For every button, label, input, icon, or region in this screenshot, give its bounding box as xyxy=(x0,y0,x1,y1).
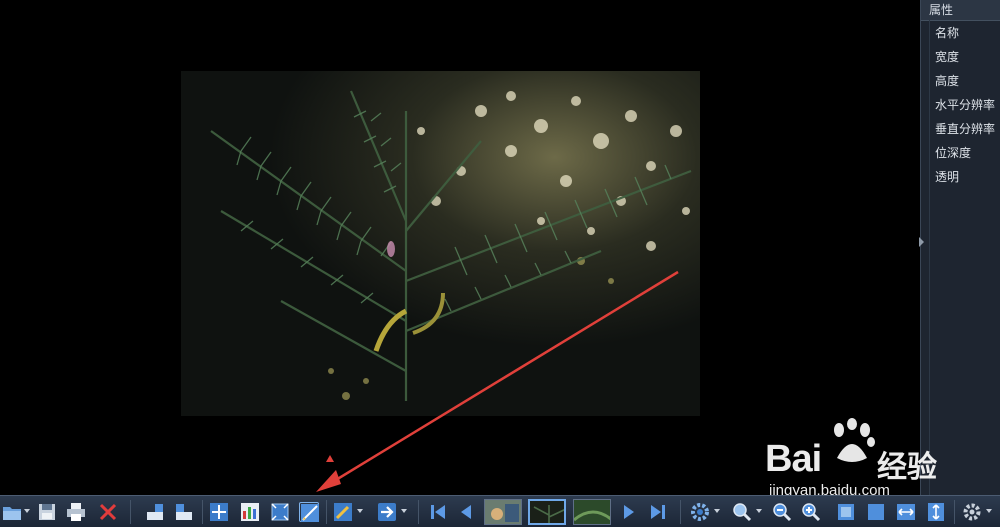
property-horizontal-resolution[interactable]: 水平分辨率 xyxy=(921,93,1000,117)
panel-collapse-arrow-icon[interactable] xyxy=(919,237,924,247)
rotate-left-icon[interactable] xyxy=(145,502,165,522)
next-image-icon[interactable] xyxy=(619,502,639,522)
toolbar-separator xyxy=(326,500,327,524)
property-width[interactable]: 宽度 xyxy=(921,45,1000,69)
fit-height-icon[interactable] xyxy=(926,502,946,522)
delete-icon[interactable] xyxy=(98,502,118,522)
fit-window-icon[interactable] xyxy=(270,502,290,522)
thumbnail-3[interactable] xyxy=(573,499,611,525)
export-icon[interactable] xyxy=(377,502,397,522)
move-icon[interactable] xyxy=(209,502,229,522)
open-dropdown-icon[interactable] xyxy=(24,509,30,513)
watermark-brand: Bai xyxy=(765,438,822,480)
last-image-icon[interactable] xyxy=(648,502,668,522)
toolbar-separator xyxy=(418,500,419,524)
annotate-icon[interactable] xyxy=(333,502,353,522)
bottom-toolbar xyxy=(0,495,1000,527)
baidu-watermark: Bai 经验 jingyan.baidu.com xyxy=(765,418,955,502)
options-gear-icon[interactable] xyxy=(962,502,982,522)
open-folder-icon[interactable] xyxy=(2,502,22,522)
previous-image-icon[interactable] xyxy=(456,502,476,522)
rotate-right-icon[interactable] xyxy=(174,502,194,522)
first-image-icon[interactable] xyxy=(428,502,448,522)
property-vertical-resolution[interactable]: 垂直分辨率 xyxy=(921,117,1000,141)
actual-size-icon[interactable] xyxy=(866,502,886,522)
fern-photo xyxy=(181,71,700,416)
property-bit-depth[interactable]: 位深度 xyxy=(921,141,1000,165)
property-name[interactable]: 名称 xyxy=(921,21,1000,45)
property-list: 名称 宽度 高度 水平分辨率 垂直分辨率 位深度 透明 xyxy=(921,21,1000,189)
options-dropdown-icon[interactable] xyxy=(986,509,992,513)
export-dropdown-icon[interactable] xyxy=(401,509,407,513)
paw-logo-icon xyxy=(834,418,875,462)
toolbar-separator xyxy=(680,500,681,524)
annotate-dropdown-icon[interactable] xyxy=(357,509,363,513)
fit-width-icon[interactable] xyxy=(896,502,916,522)
edit-image-icon[interactable] xyxy=(299,502,319,522)
toolbar-separator xyxy=(202,500,203,524)
zoom-out-icon[interactable] xyxy=(772,502,792,522)
toolbar-separator xyxy=(130,500,131,524)
zoom-in-icon[interactable] xyxy=(801,502,821,522)
fit-page-icon[interactable] xyxy=(836,502,856,522)
settings-gear-icon[interactable] xyxy=(690,502,710,522)
levels-icon[interactable] xyxy=(240,502,260,522)
watermark-brand-cn: 经验 xyxy=(877,450,937,485)
thumbnail-2-selected[interactable] xyxy=(528,499,566,525)
panel-title: 属性 xyxy=(921,0,1000,21)
property-height[interactable]: 高度 xyxy=(921,69,1000,93)
annotation-marker-icon xyxy=(326,455,334,462)
property-transparency[interactable]: 透明 xyxy=(921,165,1000,189)
thumbnail-1[interactable] xyxy=(484,499,522,525)
settings-dropdown-icon[interactable] xyxy=(714,509,720,513)
save-icon[interactable] xyxy=(37,502,57,522)
zoom-dropdown-icon[interactable] xyxy=(756,509,762,513)
print-icon[interactable] xyxy=(66,502,86,522)
zoom-icon[interactable] xyxy=(732,502,752,522)
toolbar-separator xyxy=(954,500,955,524)
